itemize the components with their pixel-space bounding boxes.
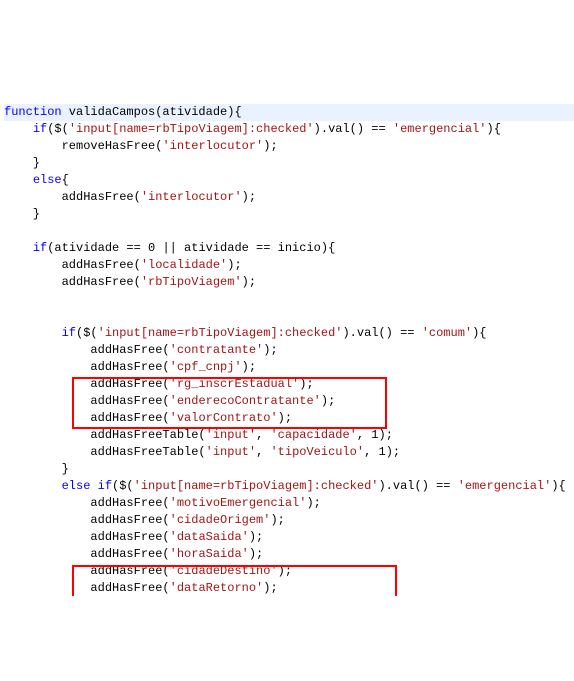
code-line: removeHasFree('interlocutor');: [4, 138, 574, 155]
code-screenshot: function validaCampos(atividade){ if($('…: [0, 68, 574, 596]
code-line: if($('input[name=rbTipoViagem]:checked')…: [4, 325, 574, 342]
code-line: addHasFree('dataRetorno');: [4, 580, 574, 596]
code-line: addHasFree('rg_inscrEstadual');: [4, 376, 574, 393]
code-line: addHasFree('enderecoContratante');: [4, 393, 574, 410]
code-line: addHasFree('valorContrato');: [4, 410, 574, 427]
code-line: addHasFreeTable('input', 'capacidade', 1…: [4, 427, 574, 444]
code-line: addHasFree('cidadeOrigem');: [4, 512, 574, 529]
code-line: else{: [4, 172, 574, 189]
code-line: addHasFree('cpf_cnpj');: [4, 359, 574, 376]
code-line: }: [4, 206, 574, 223]
code-line: addHasFree('contratante');: [4, 342, 574, 359]
code-line: addHasFree('rbTipoViagem');: [4, 274, 574, 291]
code-block: function validaCampos(atividade){ if($('…: [0, 102, 574, 596]
code-line: else if($('input[name=rbTipoViagem]:chec…: [4, 478, 574, 495]
code-line: [4, 308, 574, 325]
code-line: }: [4, 155, 574, 172]
code-line: addHasFreeTable('input', 'tipoVeiculo', …: [4, 444, 574, 461]
code-line: addHasFree('dataSaida');: [4, 529, 574, 546]
code-line: [4, 223, 574, 240]
code-line: addHasFree('cidadeDestino');: [4, 563, 574, 580]
code-line: if(atividade == 0 || atividade == inicio…: [4, 240, 574, 257]
code-line: addHasFree('interlocutor');: [4, 189, 574, 206]
code-line: [4, 291, 574, 308]
code-line: function validaCampos(atividade){: [4, 104, 574, 121]
code-line: }: [4, 461, 574, 478]
code-line: addHasFree('localidade');: [4, 257, 574, 274]
code-line: if($('input[name=rbTipoViagem]:checked')…: [4, 121, 574, 138]
code-line: addHasFree('horaSaida');: [4, 546, 574, 563]
code-line: addHasFree('motivoEmergencial');: [4, 495, 574, 512]
